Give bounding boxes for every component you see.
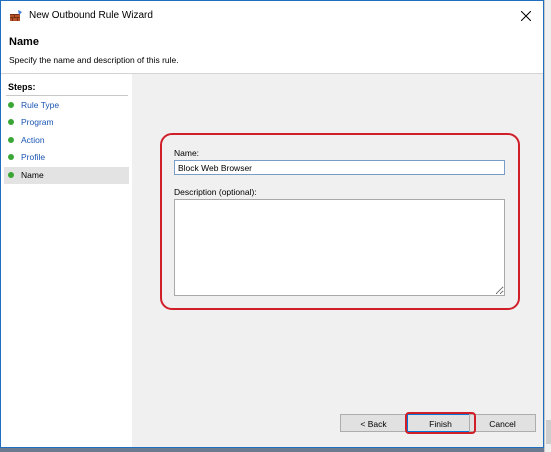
wizard-window: New Outbound Rule Wizard Name Specify th…: [0, 0, 544, 448]
page-title: Name: [9, 36, 39, 48]
back-button[interactable]: < Back: [340, 414, 407, 432]
step-name[interactable]: Name: [4, 167, 129, 184]
page-description: Specify the name and description of this…: [9, 55, 179, 65]
step-label[interactable]: Rule Type: [21, 100, 59, 110]
step-profile[interactable]: Profile: [4, 149, 129, 166]
close-icon[interactable]: [521, 11, 531, 21]
highlight-outline: [160, 133, 520, 310]
step-label[interactable]: Profile: [21, 152, 45, 162]
step-rule-type[interactable]: Rule Type: [4, 97, 129, 114]
green-bullet-icon: [8, 154, 14, 160]
close-button[interactable]: [509, 1, 543, 31]
wizard-header: Name Specify the name and description of…: [1, 31, 543, 73]
finish-highlight-outline: [405, 412, 476, 434]
cancel-button[interactable]: Cancel: [469, 414, 536, 432]
green-bullet-icon: [8, 102, 14, 108]
title-bar[interactable]: New Outbound Rule Wizard: [1, 1, 543, 31]
content-panel: Name: Description (optional): < Back Fin…: [132, 74, 543, 447]
firewall-rule-icon: [9, 10, 23, 22]
step-label[interactable]: Name: [21, 170, 44, 180]
green-bullet-icon: [8, 119, 14, 125]
green-bullet-icon: [8, 172, 14, 178]
window-title: New Outbound Rule Wizard: [29, 10, 153, 21]
step-program[interactable]: Program: [4, 114, 129, 131]
step-label[interactable]: Program: [21, 117, 54, 127]
green-bullet-icon: [8, 137, 14, 143]
step-label[interactable]: Action: [21, 135, 45, 145]
step-action[interactable]: Action: [4, 132, 129, 149]
background-scrollbar: [546, 420, 551, 444]
steps-title: Steps:: [8, 82, 36, 92]
steps-divider: [6, 95, 128, 96]
steps-panel: Steps: Rule Type Program Action Profile …: [1, 74, 132, 447]
background-window-edge: [544, 0, 551, 452]
